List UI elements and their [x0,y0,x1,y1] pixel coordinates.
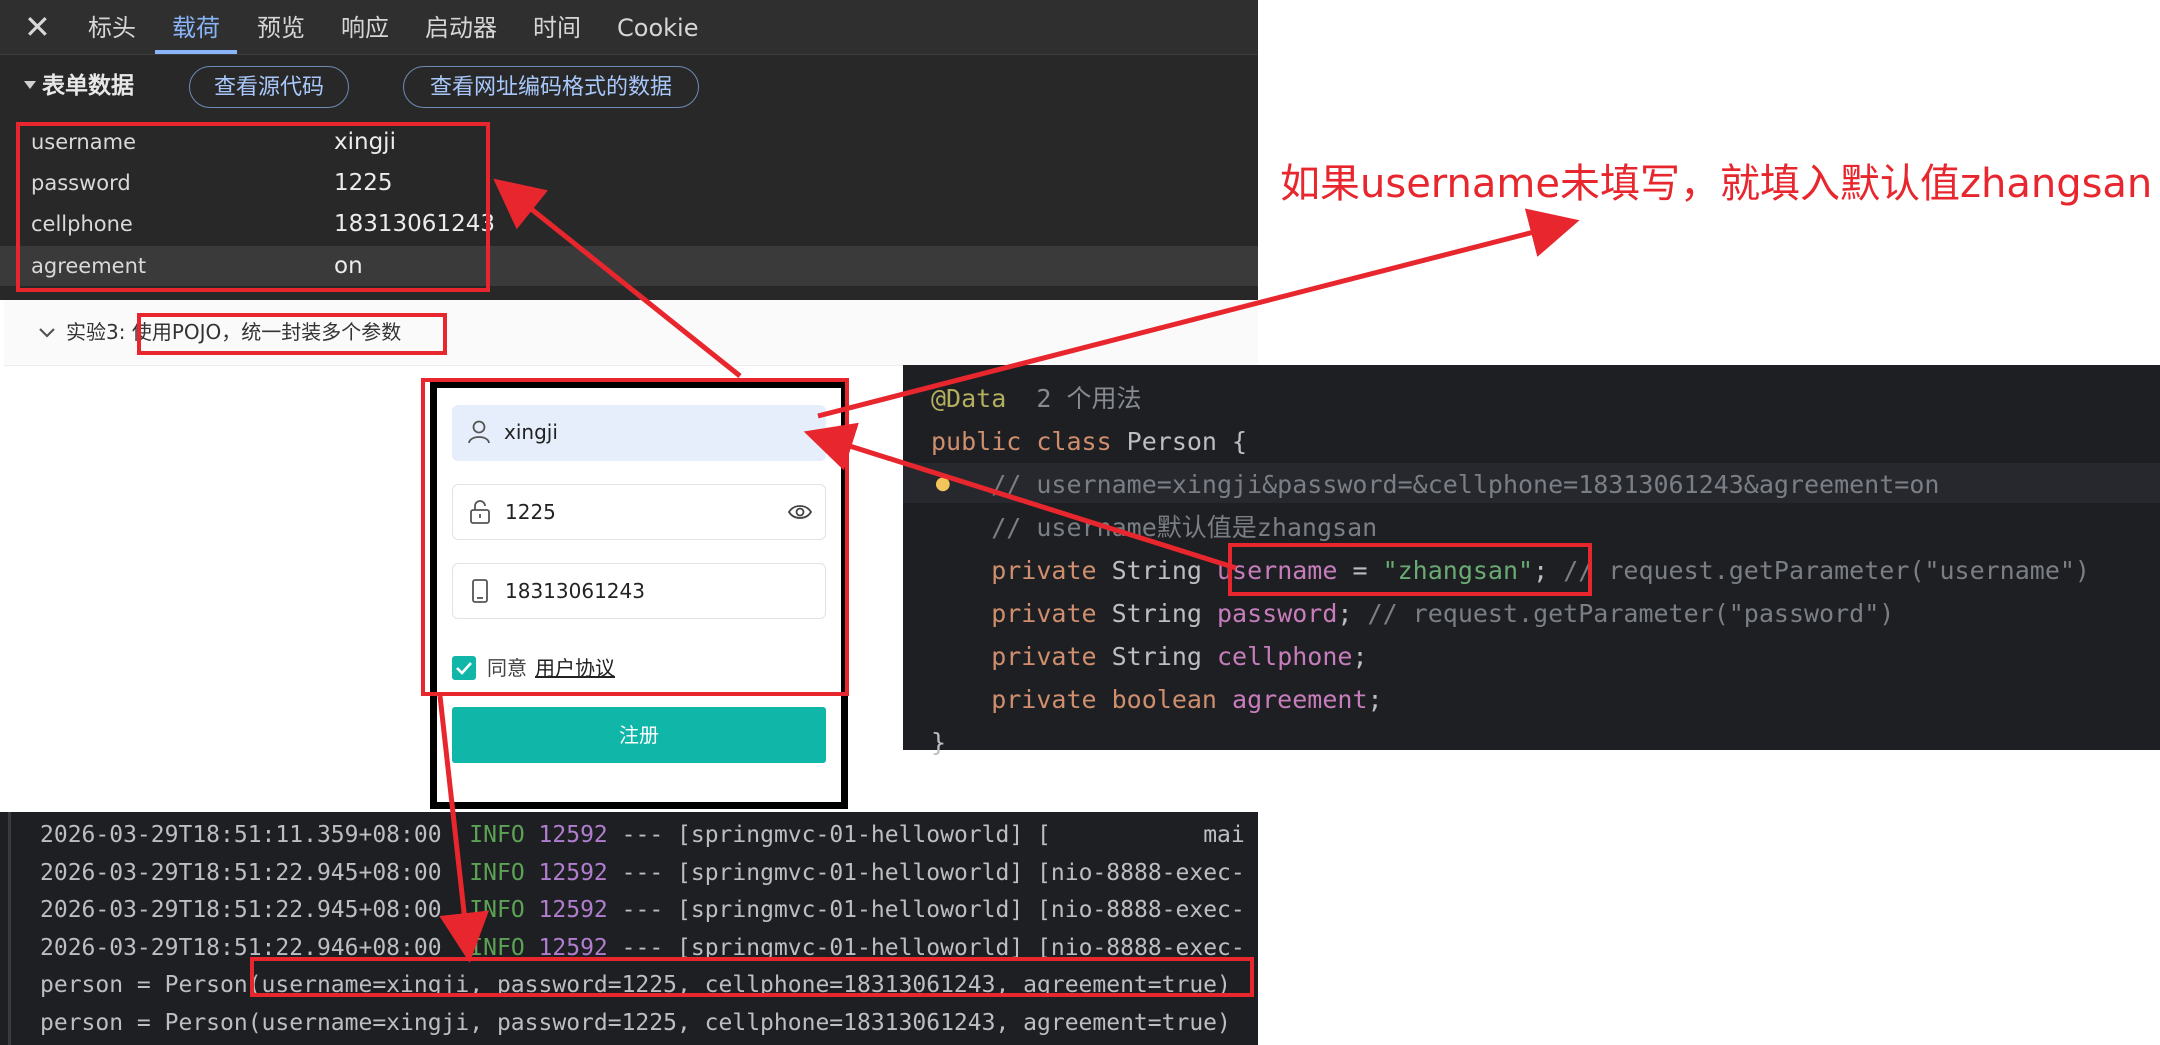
arrow-form-to-console [437,695,489,963]
arrow-form-to-payload [493,178,742,378]
arrow-username-to-callout [817,208,1580,419]
arrow-default-to-username [803,422,1237,571]
annotation-callout: 如果username未填写，就填入默认值zhangsan [1280,161,2153,207]
